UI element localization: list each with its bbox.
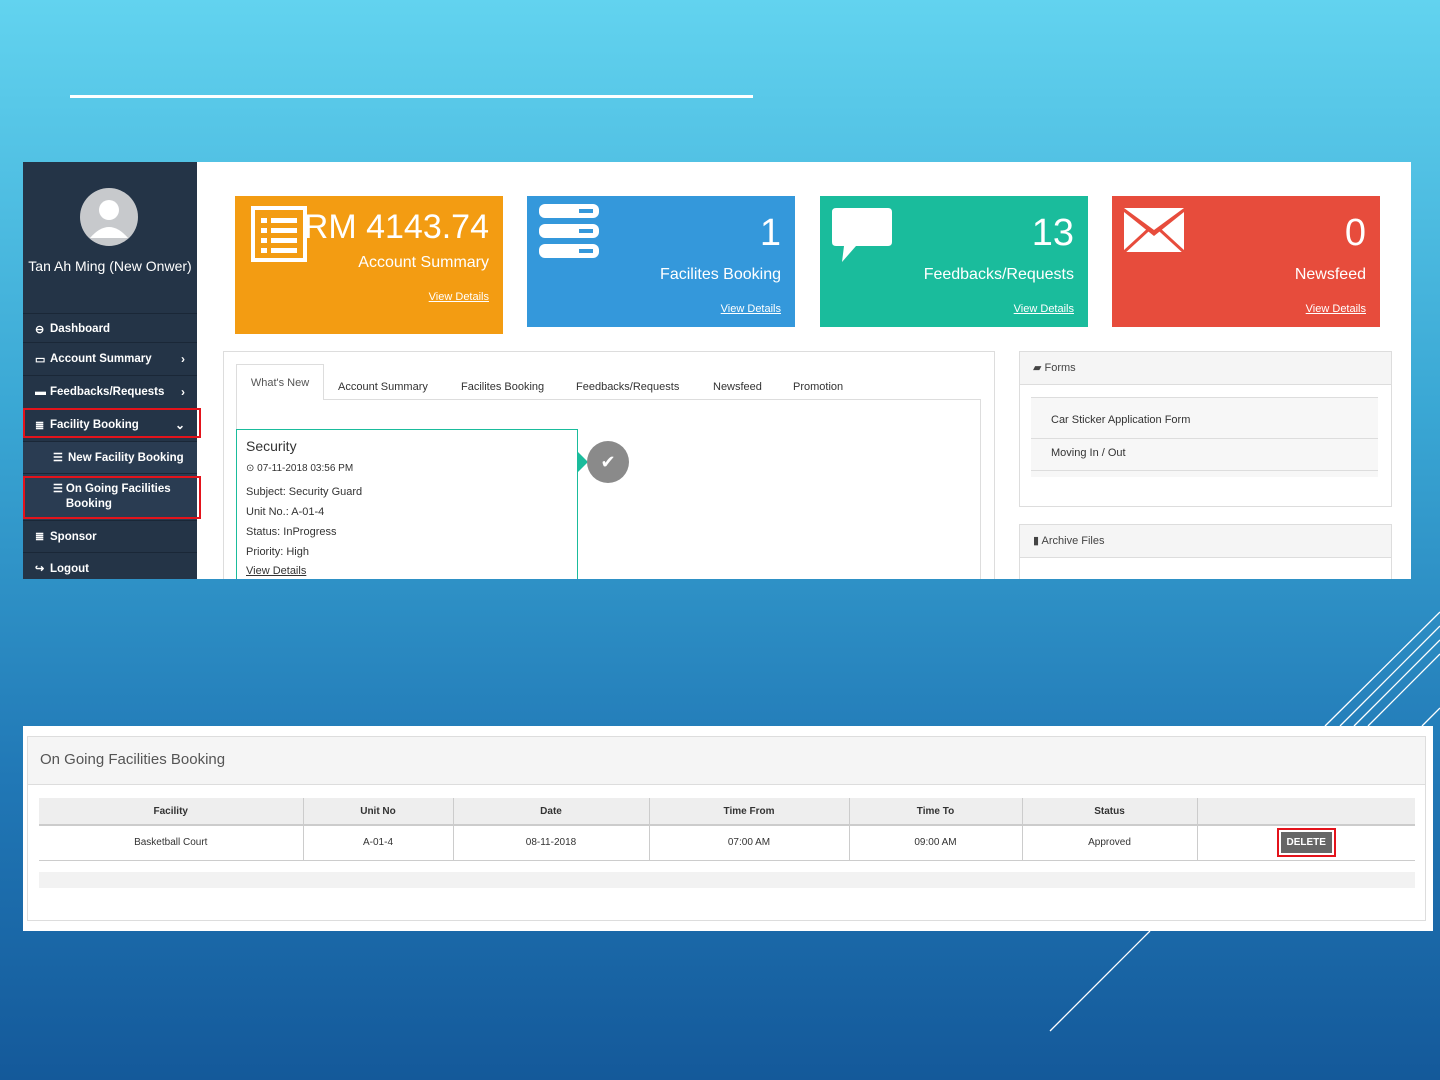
view-details-link[interactable]: View Details [429, 291, 489, 303]
booking-panel: On Going Facilities Booking Facility Uni… [27, 736, 1426, 921]
cell-status: Approved [1022, 825, 1198, 861]
stat-value: 0 [1344, 212, 1366, 254]
folder-open-icon: ▰ [1033, 362, 1045, 374]
cell-date: 08-11-2018 [453, 825, 650, 861]
cell-time-from: 07:00 AM [649, 825, 850, 861]
sidebar-item-sponsor[interactable]: ≣ Sponsor [23, 520, 197, 552]
divider [1031, 438, 1378, 439]
comment-icon: ▬ [35, 386, 46, 398]
booking-panel-header: On Going Facilities Booking [28, 737, 1425, 785]
sidebar-item-label: New Facility Booking [68, 451, 184, 464]
check-icon: ✔ [587, 441, 629, 483]
highlight-box: DELETE [1276, 828, 1336, 858]
forms-panel-title: ▰ Forms [1033, 361, 1076, 374]
stat-card-newsfeed: 0 Newsfeed View Details [1112, 196, 1380, 327]
view-details-link[interactable]: View Details [721, 303, 781, 315]
delete-button[interactable]: DELETE [1280, 832, 1332, 854]
timeline-status: Status: InProgress [246, 526, 337, 538]
table-header-row: Facility Unit No Date Time From Time To … [39, 798, 1415, 826]
tab-facilites-booking[interactable]: Facilites Booking [461, 381, 544, 393]
stat-label: Account Summary [358, 254, 489, 271]
tab-account-summary[interactable]: Account Summary [338, 381, 428, 393]
datetime-text: 07-11-2018 03:56 PM [257, 463, 354, 474]
tab-whats-new[interactable]: What's New [236, 364, 324, 400]
archive-title-text: Archive Files [1041, 535, 1105, 547]
ongoing-booking-screenshot: On Going Facilities Booking Facility Uni… [23, 726, 1433, 931]
avatar [80, 188, 138, 246]
stat-value: RM 4143.74 [303, 208, 489, 246]
timeline-view-details-link[interactable]: View Details [246, 565, 306, 577]
comment-icon [832, 208, 892, 262]
envelope-icon [1124, 208, 1184, 254]
sidebar-item-label: Feedbacks/Requests [50, 386, 165, 398]
table-row: Basketball Court A-01-4 08-11-2018 07:00… [39, 825, 1415, 861]
cell-action: DELETE [1197, 825, 1415, 861]
timeline-card: Security ⊙ 07-11-2018 03:56 PM Subject: … [236, 429, 578, 579]
tab-promotion[interactable]: Promotion [793, 381, 843, 393]
archive-panel [1019, 524, 1392, 579]
sidebar-item-new-facility-booking[interactable]: ☰ New Facility Booking [23, 441, 197, 473]
sidebar-item-account-summary[interactable]: ▭ Account Summary › [23, 342, 197, 375]
forms-title-text: Forms [1044, 362, 1076, 374]
column-header: Time To [849, 798, 1023, 826]
table-empty-row [39, 872, 1415, 888]
column-header: Date [453, 798, 650, 826]
timeline-subject: Subject: Security Guard [246, 486, 363, 498]
column-header: Status [1022, 798, 1198, 826]
column-header: Facility [39, 798, 304, 826]
sign-out-icon: ↪ [35, 563, 45, 575]
file-icon: ▮ [1033, 535, 1042, 547]
archive-panel-title: ▮ Archive Files [1033, 534, 1104, 547]
cell-facility: Basketball Court [39, 825, 304, 861]
timeline-title: Security [246, 438, 297, 454]
stat-card-facilites-booking: 1 Facilites Booking View Details [527, 196, 795, 327]
highlight-box [23, 408, 201, 438]
user-icon [90, 200, 128, 238]
chevron-right-icon: › [181, 385, 185, 399]
column-header: Unit No [303, 798, 454, 826]
chevron-right-icon: › [181, 352, 185, 366]
column-header: Time From [649, 798, 850, 826]
stat-label: Feedbacks/Requests [923, 266, 1074, 283]
form-link-car-sticker[interactable]: Car Sticker Application Form [1051, 414, 1190, 426]
stat-value: 13 [1031, 212, 1074, 254]
tasks-icon: ☰ [53, 452, 63, 464]
timeline-datetime: ⊙ 07-11-2018 03:56 PM [246, 463, 353, 474]
highlight-box [23, 476, 201, 519]
stat-value: 1 [759, 212, 781, 254]
sidebar-item-label: Account Summary [50, 353, 152, 365]
timeline-priority: Priority: High [246, 546, 309, 558]
column-header-action [1197, 798, 1415, 826]
stat-card-feedbacks: 13 Feedbacks/Requests View Details [820, 196, 1088, 327]
user-name: Tan Ah Ming (New Onwer) [28, 258, 192, 274]
timeline-unit: Unit No.: A-01-4 [246, 506, 325, 518]
sidebar-item-dashboard[interactable]: ⊖ Dashboard [23, 313, 197, 344]
stat-label: Facilites Booking [660, 266, 781, 283]
sidebar-item-feedbacks[interactable]: ▬ Feedbacks/Requests › [23, 375, 197, 408]
sidebar-item-label: Logout [50, 562, 89, 575]
cell-unit: A-01-4 [303, 825, 454, 861]
list-icon: ≣ [35, 531, 45, 543]
forms-list [1031, 397, 1378, 477]
divider [1031, 470, 1378, 471]
server-icon [539, 204, 599, 258]
sidebar-item-label: Sponsor [50, 530, 97, 543]
form-link-moving[interactable]: Moving In / Out [1051, 447, 1126, 459]
cell-time-to: 09:00 AM [849, 825, 1023, 861]
dashboard-screenshot: Tan Ah Ming (New Onwer) ⊖ Dashboard ▭ Ac… [23, 162, 1411, 579]
tachometer-icon: ⊖ [35, 323, 45, 336]
stat-label: Newsfeed [1294, 266, 1366, 283]
stat-card-account-summary: RM 4143.74 Account Summary View Details [235, 196, 503, 334]
list-alt-icon [251, 206, 307, 262]
booking-panel-title: On Going Facilities Booking [40, 751, 226, 768]
tab-feedbacks-requests[interactable]: Feedbacks/Requests [576, 381, 679, 393]
sidebar-item-logout[interactable]: ↪ Logout [23, 552, 197, 579]
tab-newsfeed[interactable]: Newsfeed [713, 381, 762, 393]
sidebar-item-label: Dashboard [50, 323, 111, 335]
view-details-link[interactable]: View Details [1306, 303, 1366, 315]
clock-icon: ⊙ [246, 463, 258, 474]
booking-table: Facility Unit No Date Time From Time To … [39, 798, 1415, 861]
inbox-icon: ▭ [35, 353, 46, 366]
view-details-link[interactable]: View Details [1014, 303, 1074, 315]
